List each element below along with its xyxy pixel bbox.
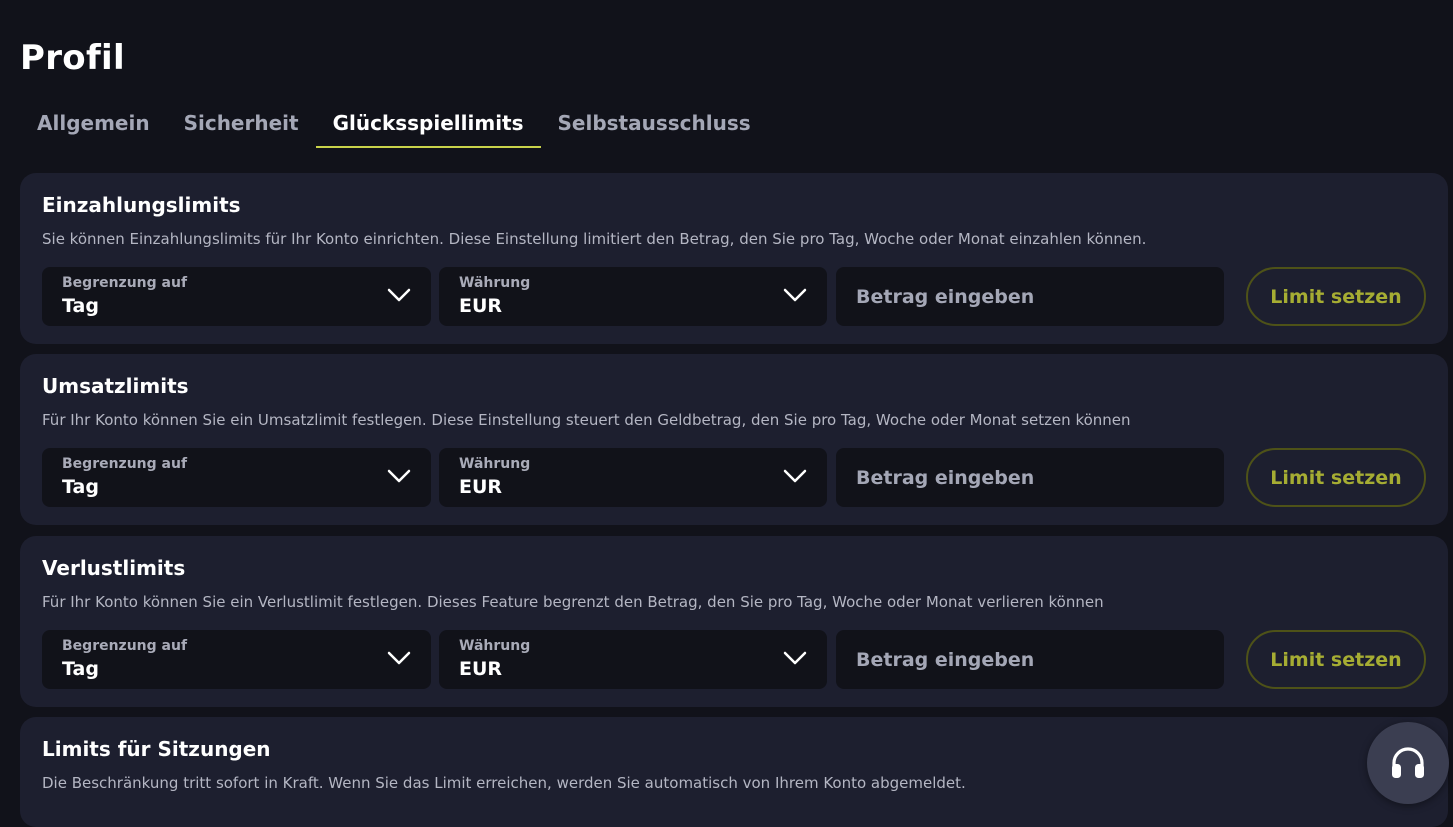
chevron-down-icon [387, 469, 411, 483]
currency-select[interactable]: Währung EUR [439, 448, 827, 507]
currency-value: EUR [459, 658, 503, 680]
amount-input[interactable] [836, 630, 1224, 689]
section-description: Sie können Einzahlungslimits für Ihr Kon… [42, 230, 1147, 248]
section-title: Einzahlungslimits [42, 193, 241, 217]
session-limits-card: Limits für Sitzungen Die Beschränkung tr… [20, 717, 1448, 827]
tab-allgemein[interactable]: Allgemein [20, 100, 167, 148]
period-label: Begrenzung auf [62, 456, 188, 472]
section-description: Für Ihr Konto können Sie ein Umsatzlimit… [42, 411, 1131, 429]
amount-input[interactable] [836, 267, 1224, 326]
loss-limits-card: Verlustlimits Für Ihr Konto können Sie e… [20, 536, 1448, 707]
amount-input[interactable] [836, 448, 1224, 507]
support-button[interactable] [1367, 722, 1449, 804]
chevron-down-icon [783, 651, 807, 665]
period-select[interactable]: Begrenzung auf Tag [42, 448, 431, 507]
chevron-down-icon [783, 288, 807, 302]
deposit-limits-card: Einzahlungslimits Sie können Einzahlungs… [20, 173, 1448, 344]
section-title: Verlustlimits [42, 556, 186, 580]
set-limit-button[interactable]: Limit setzen [1246, 267, 1426, 326]
set-limit-button[interactable]: Limit setzen [1246, 630, 1426, 689]
period-value: Tag [62, 295, 99, 317]
currency-select[interactable]: Währung EUR [439, 630, 827, 689]
section-description: Die Beschränkung tritt sofort in Kraft. … [42, 774, 966, 792]
wager-limits-card: Umsatzlimits Für Ihr Konto können Sie ei… [20, 354, 1448, 525]
period-select[interactable]: Begrenzung auf Tag [42, 267, 431, 326]
period-label: Begrenzung auf [62, 275, 188, 291]
currency-value: EUR [459, 295, 503, 317]
currency-label: Währung [459, 638, 531, 654]
tab-gluecksspiellimits[interactable]: Glücksspiellimits [315, 100, 541, 148]
chevron-down-icon [783, 469, 807, 483]
chevron-down-icon [387, 288, 411, 302]
headset-icon [1392, 747, 1424, 778]
section-description: Für Ihr Konto können Sie ein Verlustlimi… [42, 593, 1104, 611]
period-value: Tag [62, 658, 99, 680]
period-value: Tag [62, 476, 99, 498]
chevron-down-icon [387, 651, 411, 665]
currency-label: Währung [459, 456, 531, 472]
set-limit-button[interactable]: Limit setzen [1246, 448, 1426, 507]
period-label: Begrenzung auf [62, 638, 188, 654]
section-title: Limits für Sitzungen [42, 737, 271, 761]
currency-label: Währung [459, 275, 531, 291]
currency-value: EUR [459, 476, 503, 498]
period-select[interactable]: Begrenzung auf Tag [42, 630, 431, 689]
profile-tabs: Allgemein Sicherheit Glücksspiellimits S… [20, 100, 768, 152]
tab-sicherheit[interactable]: Sicherheit [167, 100, 316, 148]
page-title: Profil [20, 38, 125, 78]
currency-select[interactable]: Währung EUR [439, 267, 827, 326]
tab-selbstausschluss[interactable]: Selbstausschluss [541, 100, 768, 148]
section-title: Umsatzlimits [42, 374, 189, 398]
